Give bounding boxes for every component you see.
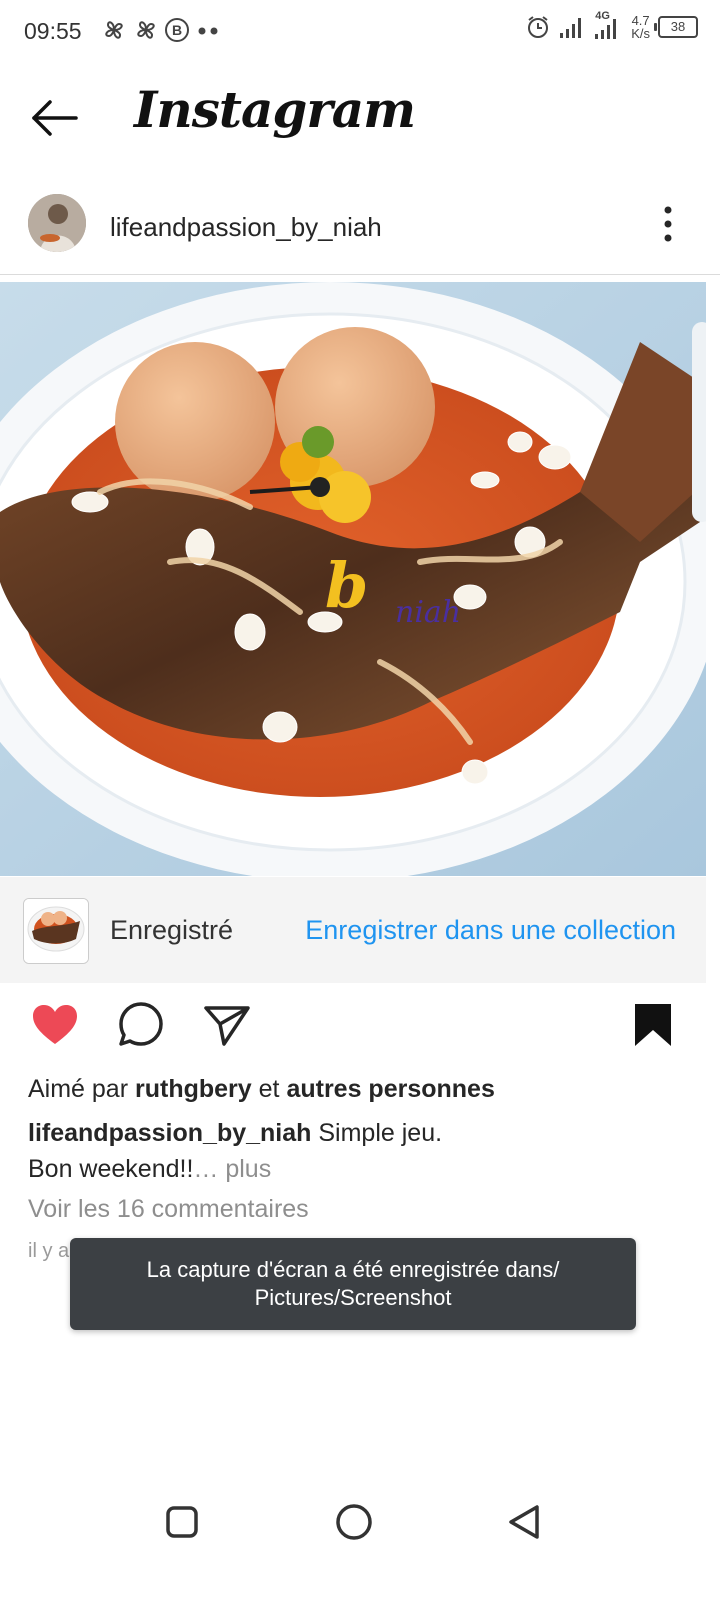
- signal-4g-icon: 4G: [593, 10, 623, 40]
- svg-text:b: b: [325, 549, 368, 622]
- triangle-back-icon[interactable]: [503, 1500, 547, 1544]
- battery-indicator: 38: [654, 16, 698, 38]
- liker-username[interactable]: ruthgbery: [135, 1075, 252, 1103]
- circle-home-icon[interactable]: [332, 1500, 376, 1544]
- caption-line1: Simple jeu.: [318, 1119, 443, 1147]
- b-circle-icon: B: [165, 18, 189, 42]
- square-recents-icon[interactable]: [160, 1500, 204, 1544]
- pinwheel-icon: [137, 21, 155, 39]
- bookmark-filled-icon[interactable]: [628, 1000, 678, 1050]
- likes-connector: et: [258, 1075, 280, 1103]
- post-actions: [0, 1000, 720, 1060]
- heart-filled-icon[interactable]: [30, 1000, 80, 1050]
- toast-line1: La capture d'écran a été enregistrée dan…: [146, 1257, 560, 1282]
- alarm-icon: [528, 16, 549, 38]
- back-arrow-icon[interactable]: [28, 96, 80, 140]
- caption-more-link[interactable]: … plus: [193, 1155, 271, 1183]
- app-header: Instagram: [0, 66, 720, 176]
- comment-icon[interactable]: [116, 1000, 166, 1050]
- food-photo: b niah: [0, 282, 706, 876]
- avatar[interactable]: [28, 194, 86, 252]
- post-image[interactable]: b niah: [0, 282, 706, 876]
- image-watermark: niah: [395, 595, 461, 630]
- status-system-icons: 4G 4.7 K/s 38: [525, 10, 698, 40]
- post-header: lifeandpassion_by_niah: [0, 180, 720, 275]
- toast-line2: Pictures/Screenshot: [254, 1285, 452, 1310]
- app-title: Instagram: [134, 80, 416, 139]
- likes-others-link[interactable]: autres personnes: [286, 1075, 494, 1103]
- svg-text:B: B: [172, 22, 182, 38]
- network-speed-unit: K/s: [631, 26, 650, 41]
- saved-bar: Enregistré Enregistrer dans une collecti…: [0, 877, 706, 983]
- paper-plane-icon[interactable]: [202, 1000, 252, 1050]
- likes-summary: Aimé par ruthgbery et autres personnes: [28, 1075, 495, 1104]
- view-comments-link[interactable]: Voir les 16 commentaires: [28, 1195, 309, 1224]
- saved-thumbnail[interactable]: [23, 898, 89, 964]
- signal-icon: [560, 18, 582, 38]
- status-time: 09:55: [24, 18, 82, 44]
- caption-line2: Bon weekend!!: [28, 1155, 194, 1183]
- saved-status-label: Enregistré: [110, 915, 234, 945]
- likes-prefix: Aimé par: [28, 1075, 129, 1103]
- caption-author[interactable]: lifeandpassion_by_niah: [28, 1119, 311, 1147]
- more-options-icon[interactable]: [660, 204, 676, 244]
- screenshot-toast: La capture d'écran a été enregistrée dan…: [70, 1238, 636, 1330]
- pinwheel-icon: [105, 21, 123, 39]
- status-notification-icons: B: [100, 16, 222, 44]
- more-dots-icon: [198, 27, 218, 35]
- status-bar: 09:55 B 4G 4.7 K/s 38: [0, 0, 720, 66]
- network-speed: 4.7 K/s: [631, 14, 650, 40]
- post-username[interactable]: lifeandpassion_by_niah: [110, 212, 382, 243]
- post-caption: lifeandpassion_by_niah Simple jeu. Bon w…: [28, 1115, 688, 1187]
- system-nav-bar: [0, 1480, 720, 1600]
- save-to-collection-link[interactable]: Enregistrer dans une collection: [305, 915, 676, 946]
